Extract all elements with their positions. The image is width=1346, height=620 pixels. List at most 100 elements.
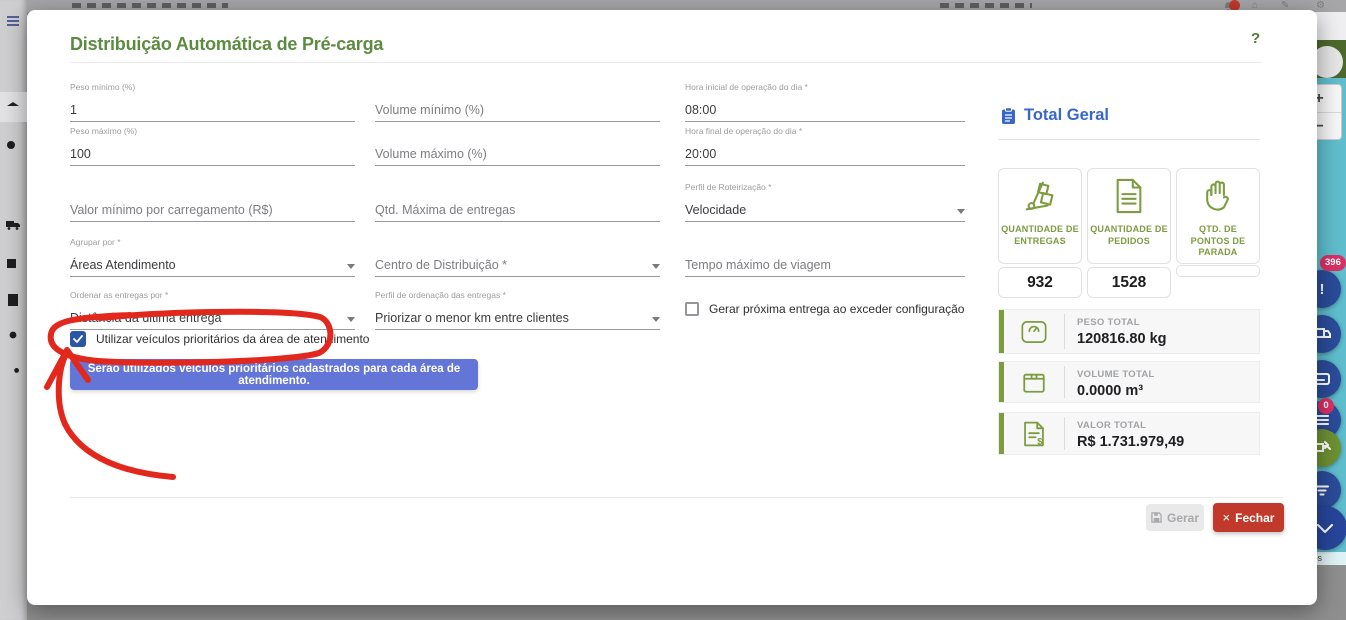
field-label: Hora final de operação do dia * [685, 126, 965, 140]
close-label: Fechar [1235, 511, 1274, 525]
card-label: QUANTIDADE DE ENTREGAS [999, 224, 1081, 247]
field-value: 20:00 [685, 147, 716, 161]
screen: ⌂ ✎ ⚙ ermos + − 396 ! 0 Distribuição Aut… [0, 0, 1346, 620]
total-value: R$ 1.731.979,49 [1077, 434, 1184, 450]
sidebar-item-chart-icon[interactable] [5, 178, 21, 194]
box-icon [1021, 369, 1047, 395]
sidebar-item-search-icon[interactable] [5, 139, 21, 155]
card-entregas: QUANTIDADE DE ENTREGAS [998, 168, 1082, 264]
invoice-icon: $ [1021, 420, 1047, 448]
total-row-valor: $ VALOR TOTAL R$ 1.731.979,49 [998, 412, 1260, 455]
select-value: Áreas Atendimento [70, 258, 176, 272]
hamburger-menu-icon[interactable] [5, 13, 21, 29]
close-x-icon: × [1223, 510, 1231, 525]
field-label: Perfil de Roteirização * [685, 182, 965, 196]
field-label: Hora inicial de operação do dia * [685, 82, 965, 96]
checkbox-label: Gerar próxima entrega ao exceder configu… [709, 302, 964, 316]
checkbox-veiculos-prioritarios[interactable]: Utilizar veículos prioritários da área d… [70, 331, 369, 347]
checkbox-unchecked[interactable] [685, 302, 699, 316]
field-placeholder: Tempo máximo de viagem [685, 258, 831, 272]
hand-icon [1200, 177, 1236, 215]
total-value: 0.0000 m³ [1077, 383, 1155, 399]
card-value-pontos [1176, 265, 1260, 277]
scale-icon [1020, 319, 1048, 345]
field-label: Ordenar as entregas por * [70, 290, 355, 304]
chevron-down-icon [652, 264, 660, 269]
field-volume-minimo[interactable]: Volume mínimo (%) [375, 82, 660, 122]
divider [70, 62, 1262, 63]
field-label: Agrupar por * [70, 237, 355, 251]
card-label: QUANTIDADE DE PEDIDOS [1088, 224, 1170, 247]
field-peso-minimo[interactable]: Peso mínimo (%) 1 [70, 82, 355, 122]
field-tempo-maximo-viagem[interactable]: Tempo máximo de viagem [685, 237, 965, 277]
card-label: QTD. DE PONTOS DE PARADA [1177, 224, 1259, 259]
field-volume-maximo[interactable]: Volume máximo (%) [375, 126, 660, 166]
gear-icon[interactable]: ⚙ [1316, 0, 1325, 11]
hand-truck-icon [1021, 177, 1059, 215]
total-value: 120816.80 kg [1077, 331, 1167, 347]
checkbox-label: Utilizar veículos prioritários da área d… [96, 332, 369, 346]
precarga-modal: Distribuição Automática de Pré-carga ? P… [27, 10, 1317, 605]
checkbox-gerar-proxima-entrega[interactable]: Gerar próxima entrega ao exceder configu… [685, 302, 964, 316]
generate-button[interactable]: Gerar [1146, 504, 1204, 531]
select-ordenar-entregas[interactable]: Ordenar as entregas por * Distância da ú… [70, 290, 355, 330]
generate-label: Gerar [1167, 511, 1199, 525]
select-value: Priorizar o menor km entre clientes [375, 311, 569, 325]
chevron-down-icon [652, 317, 660, 322]
field-hora-inicial[interactable]: Hora inicial de operação do dia * 08:00 [685, 82, 965, 122]
field-valor-minimo[interactable]: Valor mínimo por carregamento (R$) [70, 182, 355, 222]
select-perfil-roteirizacao[interactable]: Perfil de Roteirização * Velocidade [685, 182, 965, 222]
select-agrupar-por[interactable]: Agrupar por * Áreas Atendimento [70, 237, 355, 277]
total-label: VOLUME TOTAL [1077, 369, 1155, 380]
clipboard-icon [1001, 107, 1016, 125]
footer-divider [70, 497, 1283, 498]
help-icon[interactable]: ? [1251, 30, 1260, 47]
sidebar-item-report-icon[interactable] [5, 292, 21, 308]
chevron-down-icon [347, 264, 355, 269]
background-sidebar [0, 0, 27, 620]
total-geral-title: Total Geral [1024, 106, 1109, 125]
info-banner: Serão utilizados veículos prioritários c… [70, 359, 478, 390]
field-placeholder: Volume mínimo (%) [375, 103, 484, 117]
select-placeholder: Centro de Distribuição * [375, 258, 507, 272]
total-label: VALOR TOTAL [1077, 420, 1184, 431]
field-value: 100 [70, 147, 91, 161]
total-label: PESO TOTAL [1077, 317, 1167, 328]
alerts-count-badge: 396 [1320, 255, 1346, 271]
close-button[interactable]: × Fechar [1213, 503, 1284, 532]
field-placeholder: Valor mínimo por carregamento (R$) [70, 203, 273, 217]
svg-text:$: $ [1037, 436, 1042, 446]
sidebar-item-pin-icon[interactable] [5, 329, 21, 345]
field-placeholder: Qtd. Máxima de entregas [375, 203, 515, 217]
checkbox-checked[interactable] [70, 331, 86, 347]
select-value: Velocidade [685, 203, 746, 217]
card-value-entregas: 932 [998, 267, 1082, 298]
sidebar-item-company-icon[interactable] [5, 100, 21, 116]
sidebar-item-wrench-icon[interactable] [5, 366, 21, 382]
select-value: Distância da última entrega [70, 311, 221, 325]
select-perfil-ordenacao[interactable]: Perfil de ordenação das entregas * Prior… [375, 290, 660, 330]
document-icon [1112, 177, 1146, 215]
chevron-down-icon [347, 317, 355, 322]
field-label: Peso mínimo (%) [70, 82, 355, 96]
field-qtd-maxima-entregas[interactable]: Qtd. Máxima de entregas [375, 182, 660, 222]
sidebar-item-edit-icon[interactable] [5, 255, 21, 271]
field-placeholder: Volume máximo (%) [375, 147, 487, 161]
card-pedidos: QUANTIDADE DE PEDIDOS [1087, 168, 1171, 264]
field-peso-maximo[interactable]: Peso máximo (%) 100 [70, 126, 355, 166]
field-value: 08:00 [685, 103, 716, 117]
sidebar-item-truck-icon[interactable] [5, 216, 21, 232]
card-pontos-parada: QTD. DE PONTOS DE PARADA [1176, 168, 1260, 264]
select-centro-distribuicao[interactable]: Centro de Distribuição * [375, 237, 660, 277]
total-geral-header: Total Geral [1001, 106, 1109, 125]
chevron-down-icon [957, 209, 965, 214]
save-icon [1151, 512, 1162, 523]
card-value-pedidos: 1528 [1087, 267, 1171, 298]
divider [998, 139, 1260, 140]
field-hora-final[interactable]: Hora final de operação do dia * 20:00 [685, 126, 965, 166]
list-count-badge: 0 [1318, 398, 1334, 414]
field-label: Perfil de ordenação das entregas * [375, 290, 660, 304]
total-row-peso: PESO TOTAL 120816.80 kg [998, 309, 1260, 354]
modal-title: Distribuição Automática de Pré-carga [70, 34, 383, 55]
clipped-header-text [72, 3, 228, 8]
